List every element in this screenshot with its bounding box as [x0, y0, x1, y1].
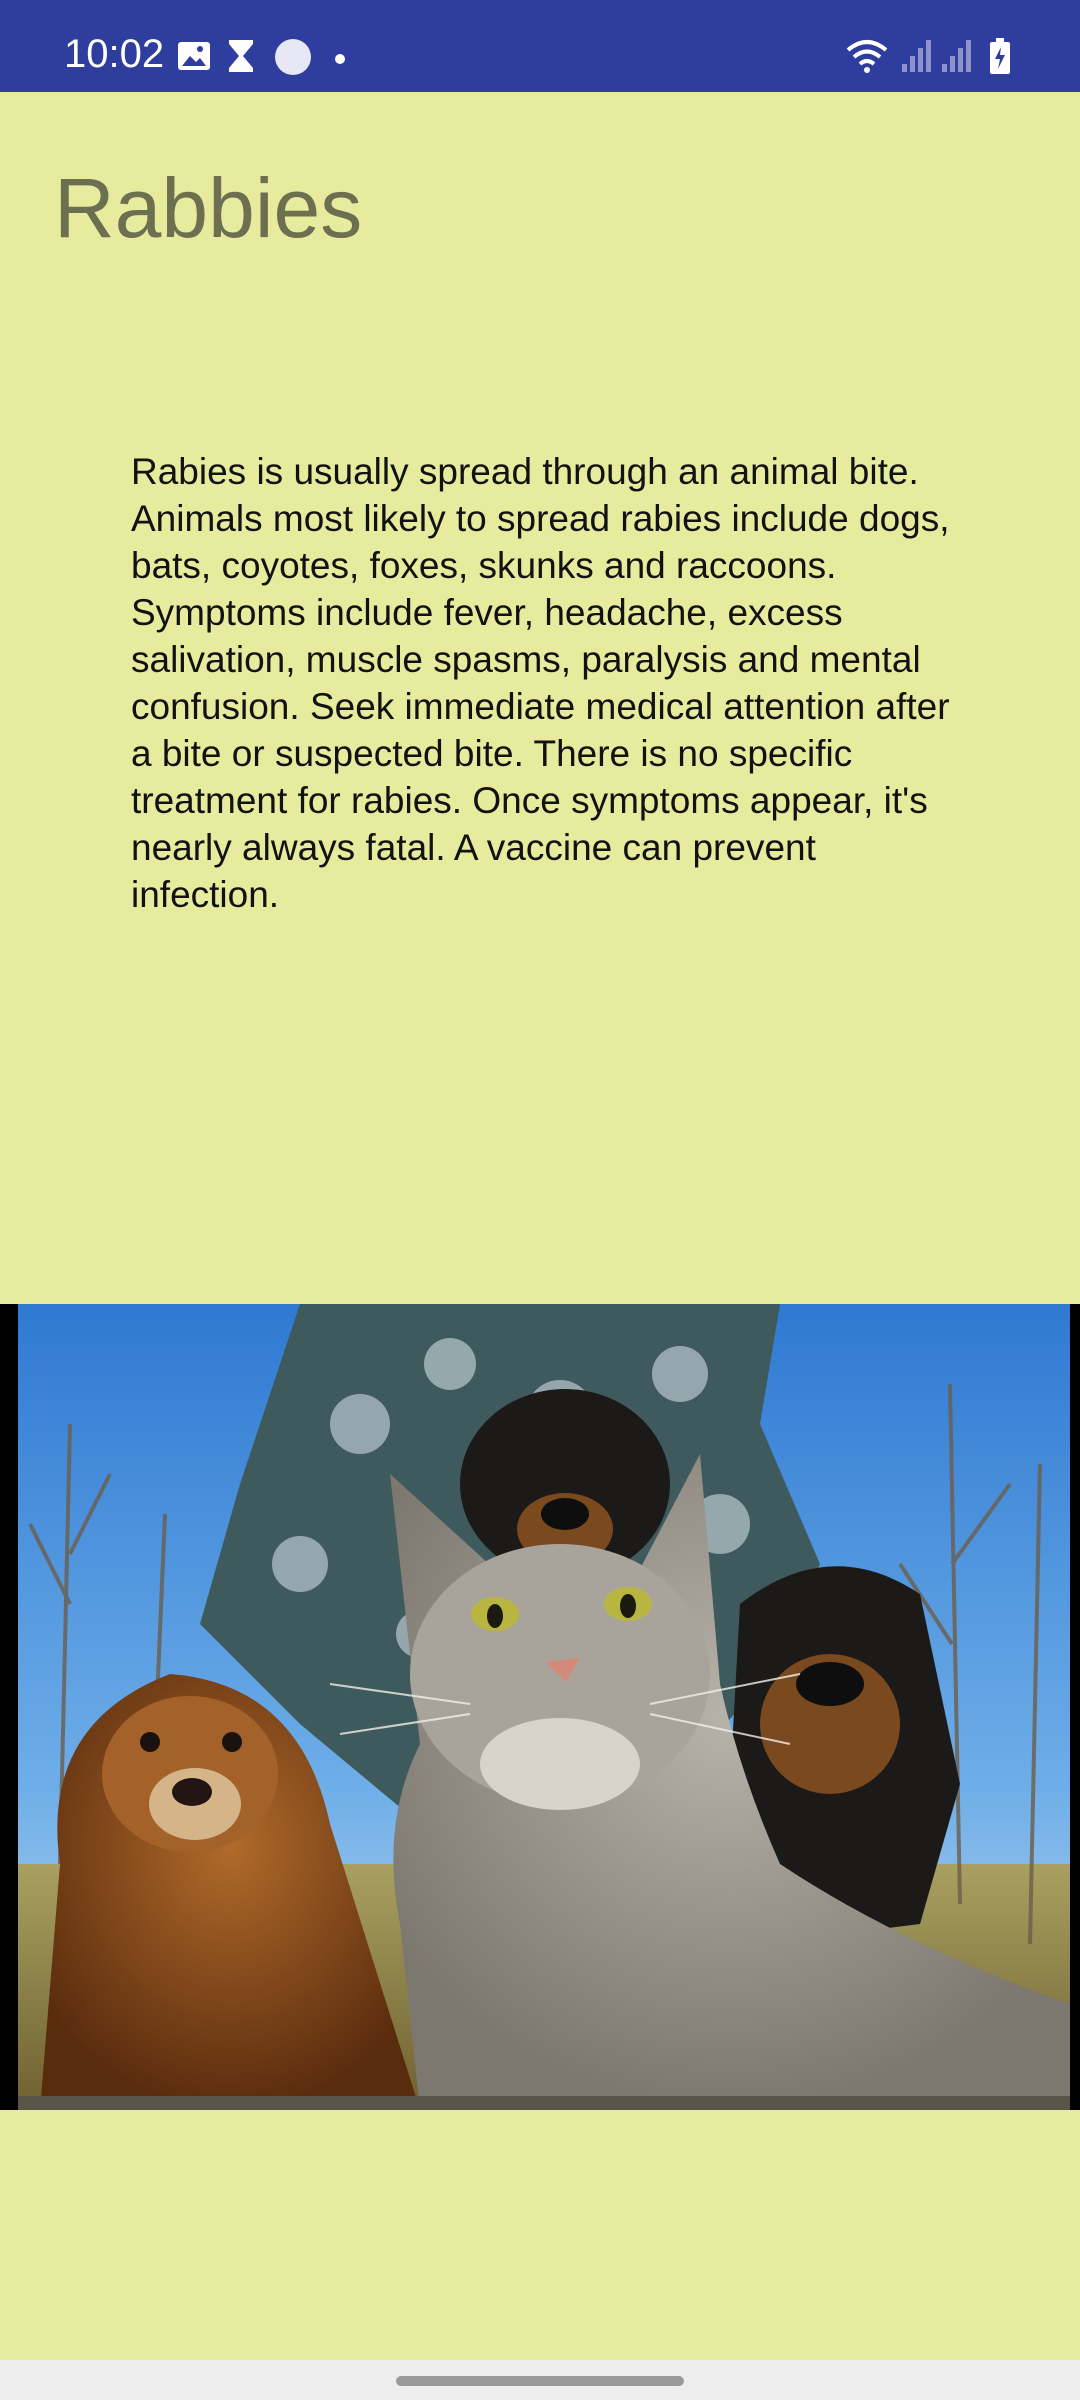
image-icon: [178, 42, 210, 70]
status-bar: 10:02: [0, 0, 1080, 92]
wifi-icon: [846, 40, 888, 73]
circle-icon: [275, 39, 311, 75]
navigation-bar: [0, 2360, 1080, 2400]
status-right-icons: [844, 38, 1024, 78]
battery-charging-icon: [990, 38, 1010, 74]
page-title: Rabbies: [54, 161, 363, 255]
status-time: 10:02: [64, 32, 165, 76]
animals-photo: [0, 1304, 1080, 2110]
hourglass-icon: [229, 40, 253, 72]
home-gesture-handle[interactable]: [396, 2376, 684, 2386]
body-text: Rabies is usually spread through an anim…: [131, 451, 950, 915]
signal-icon: [902, 40, 931, 72]
signal-icon: [942, 40, 971, 72]
dot-icon: [335, 54, 345, 64]
